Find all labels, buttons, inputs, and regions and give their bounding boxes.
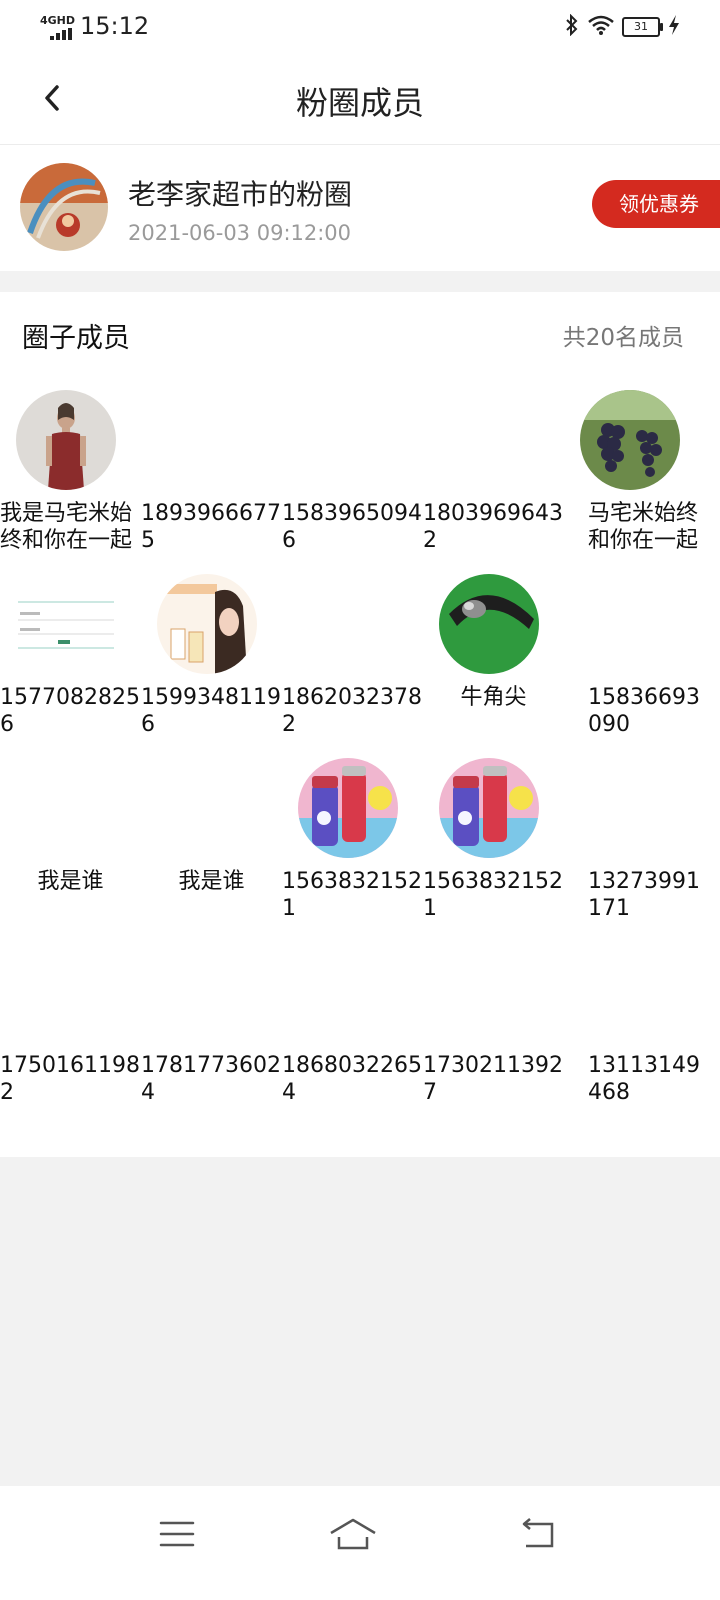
member-item[interactable]: 13113149468: [564, 924, 705, 1108]
members-panel: 圈子成员 共20名成员 我是马宅米始终和你在一起 18939666775 158…: [0, 292, 720, 1157]
bluetooth-icon: [564, 13, 580, 41]
member-name: 15770828256: [0, 685, 140, 737]
return-icon: [522, 1518, 554, 1548]
member-avatar: [439, 574, 539, 674]
member-item[interactable]: 我是马宅米始终和你在一起: [0, 372, 141, 556]
member-item[interactable]: 15993481196: [141, 556, 282, 740]
member-item[interactable]: 18939666775: [141, 372, 282, 556]
member-item[interactable]: 15836693090: [564, 556, 705, 740]
app-header: 粉圈成员: [0, 56, 720, 145]
wifi-icon: [588, 15, 614, 40]
member-item[interactable]: 15638321521: [423, 740, 564, 924]
member-name: 13113149468: [588, 1053, 700, 1105]
member-avatar: [16, 390, 116, 490]
member-name: 18039696432: [423, 501, 563, 553]
circle-info-card: 老李家超市的粉圈 2021-06-03 09:12:00 领优惠券: [0, 145, 720, 271]
member-item[interactable]: 18039696432: [423, 372, 564, 556]
member-name: 15638321521: [282, 869, 422, 921]
member-name: 18680322654: [282, 1053, 422, 1105]
member-avatar: [157, 574, 257, 674]
member-name: 15638321521: [423, 869, 563, 921]
status-time: 15:12: [80, 12, 150, 40]
status-bar: 4GHD 15:12 31: [0, 0, 720, 56]
circle-created-time: 2021-06-03 09:12:00: [128, 221, 352, 245]
status-indicators: 31: [564, 13, 680, 41]
member-name: 我是谁: [178, 869, 245, 894]
menu-button[interactable]: [147, 1512, 207, 1556]
member-item[interactable]: 马宅米始终和你在一起: [564, 372, 705, 556]
return-button[interactable]: [508, 1512, 568, 1556]
charging-icon: [668, 14, 680, 41]
member-item[interactable]: 我是谁: [0, 740, 141, 924]
home-icon: [330, 1518, 376, 1550]
member-name: 牛角尖: [460, 685, 527, 710]
member-item[interactable]: 18620323782: [282, 556, 423, 740]
member-grid: 我是马宅米始终和你在一起 18939666775 15839650946 180…: [0, 372, 720, 1108]
member-name: 18939666775: [141, 501, 281, 553]
circle-name: 老李家超市的粉圈: [128, 178, 353, 211]
member-item[interactable]: 18680322654: [282, 924, 423, 1108]
menu-icon: [159, 1521, 195, 1547]
member-name: 17302113927: [423, 1053, 563, 1105]
battery-icon: 31: [622, 17, 663, 37]
system-nav-bar: [0, 1486, 720, 1600]
member-item[interactable]: 13273991171: [564, 740, 705, 924]
member-name: 17501611982: [0, 1053, 140, 1105]
member-item[interactable]: 15638321521: [282, 740, 423, 924]
member-item[interactable]: 17817736024: [141, 924, 282, 1108]
member-name: 我是谁: [37, 869, 104, 894]
member-item[interactable]: 17501611982: [0, 924, 141, 1108]
member-item[interactable]: 我是谁: [141, 740, 282, 924]
member-avatar: [439, 758, 539, 858]
members-header: 圈子成员 共20名成员: [0, 292, 720, 372]
circle-avatar: [20, 163, 108, 251]
signal-icon: [50, 28, 72, 40]
member-item[interactable]: 15770828256: [0, 556, 141, 740]
member-name: 15836693090: [588, 685, 700, 737]
page-title: 粉圈成员: [295, 84, 424, 122]
member-name: 15839650946: [282, 501, 422, 553]
member-avatar: [580, 390, 680, 490]
member-name: 13273991171: [588, 869, 700, 921]
member-name: 我是马宅米始终和你在一起: [0, 501, 133, 553]
member-avatar: [298, 758, 398, 858]
member-item[interactable]: 17302113927: [423, 924, 564, 1108]
member-item[interactable]: 15839650946: [282, 372, 423, 556]
member-name: 马宅米始终和你在一起: [588, 501, 699, 553]
get-coupon-button[interactable]: 领优惠券: [592, 180, 720, 228]
member-avatar: [16, 574, 116, 674]
network-type: 4GHD: [40, 14, 76, 27]
member-name: 18620323782: [282, 685, 422, 737]
member-name: 15993481196: [141, 685, 281, 737]
members-count: 共20名成员: [562, 325, 684, 351]
member-name: 17817736024: [141, 1053, 281, 1105]
home-button[interactable]: [323, 1512, 383, 1556]
members-title: 圈子成员: [22, 323, 130, 354]
member-item[interactable]: 牛角尖: [423, 556, 564, 740]
